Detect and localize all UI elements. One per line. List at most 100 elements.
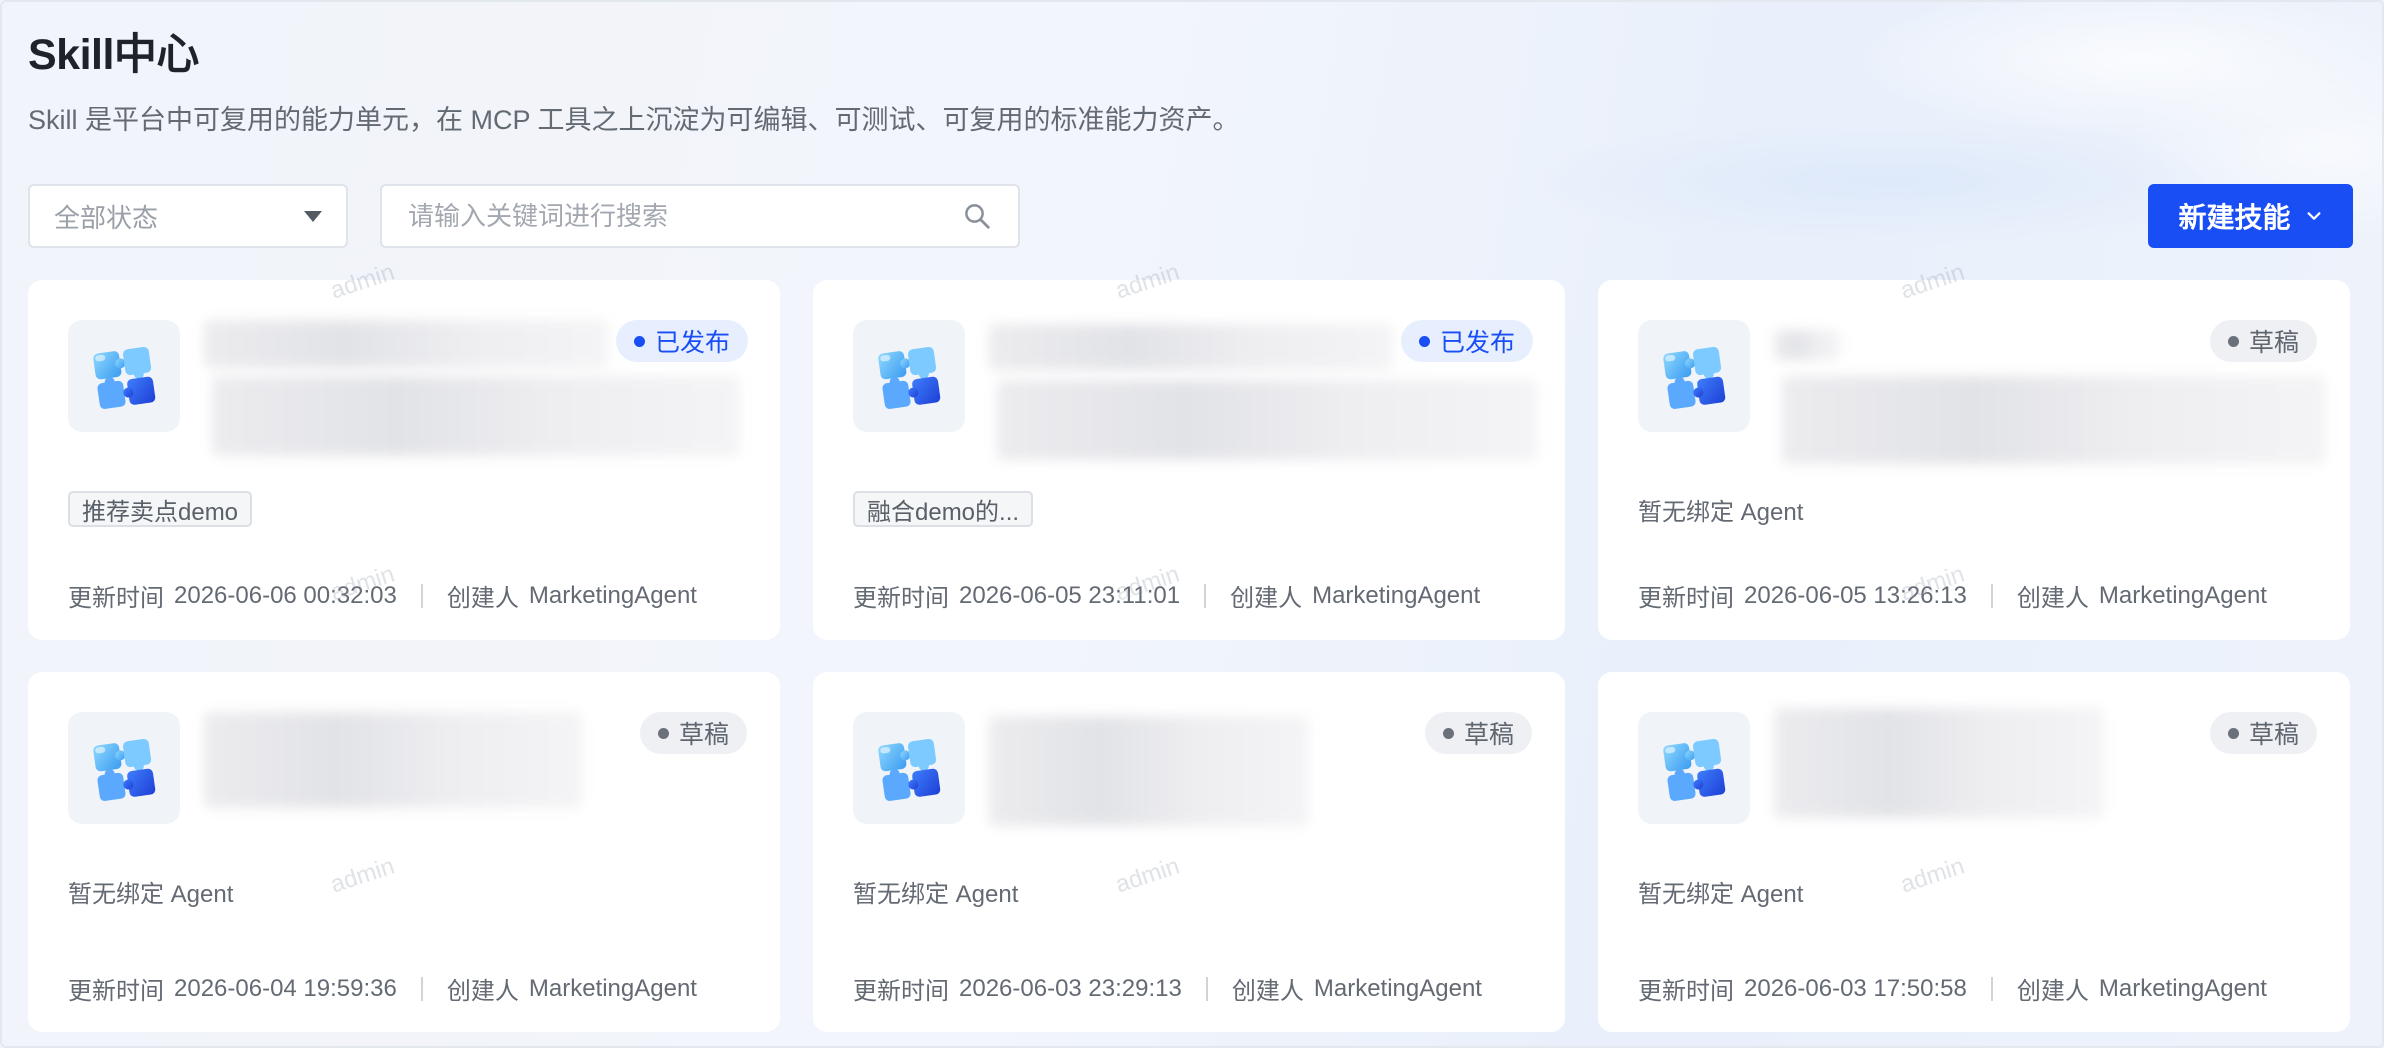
meta-divider <box>1204 583 1207 608</box>
status-badge: 草稿 <box>2210 712 2318 754</box>
skill-logo <box>1638 320 1750 432</box>
meta-divider <box>420 583 423 608</box>
card-meta: 更新时间 2026-06-03 17:50:58 创建人 MarketingAg… <box>1638 971 2267 1006</box>
creator-name: MarketingAgent <box>528 581 697 609</box>
skill-card[interactable]: 已发布 融合demo的... 更新时间 2026-06-05 23:11:01 … <box>813 259 1565 640</box>
creator-name: MarketingAgent <box>528 974 697 1002</box>
updated-time: 2026-06-06 00:32:03 <box>174 581 397 609</box>
skill-logo <box>68 712 180 824</box>
skill-description-redacted <box>997 380 1537 460</box>
creator-label: 创建人 <box>1230 585 1303 612</box>
skill-card[interactable]: 已发布 推荐卖点demo 更新时间 2026-06-06 00:32:03 创建… <box>28 259 780 640</box>
creator-label: 创建人 <box>446 585 519 612</box>
skill-name-redacted <box>989 716 1309 826</box>
agent-binding-text: 暂无绑定 Agent <box>853 881 1019 908</box>
new-skill-button[interactable]: 新建技能 <box>2148 184 2353 248</box>
status-badge-label: 草稿 <box>2249 329 2300 357</box>
chevron-down-icon <box>2307 212 2320 220</box>
status-badge: 已发布 <box>616 320 749 362</box>
skill-card[interactable]: 草稿 暂无绑定 Agent 更新时间 2026-06-05 13:26:13 创… <box>1598 259 2350 640</box>
meta-divider <box>1205 976 1208 1001</box>
agent-tag[interactable]: 推荐卖点demo <box>68 491 253 527</box>
status-badge-label: 草稿 <box>1464 721 1515 749</box>
creator-label: 创建人 <box>1231 978 1304 1005</box>
updated-time: 2026-06-04 19:59:36 <box>174 974 397 1002</box>
skill-logo <box>853 320 965 432</box>
status-dot-icon <box>1419 335 1430 347</box>
status-dot-icon <box>634 335 645 347</box>
watermark: admin <box>1897 852 1968 899</box>
updated-label: 更新时间 <box>68 585 164 612</box>
agent-tag[interactable]: 融合demo的... <box>853 491 1034 527</box>
card-meta: 更新时间 2026-06-04 19:59:36 创建人 MarketingAg… <box>68 971 697 1006</box>
skill-card[interactable]: 草稿 暂无绑定 Agent 更新时间 2026-06-03 17:50:58 创… <box>1598 672 2350 1032</box>
updated-time: 2026-06-03 23:29:13 <box>959 974 1182 1002</box>
watermark: admin <box>327 852 398 899</box>
skill-description-redacted <box>1782 376 2326 464</box>
watermark: admin <box>1112 258 1183 305</box>
status-badge-label: 草稿 <box>2249 721 2300 749</box>
updated-time: 2026-06-05 23:11:01 <box>959 581 1181 609</box>
agent-binding-text: 暂无绑定 Agent <box>1638 881 1804 908</box>
page-title: Skill中心 <box>28 31 199 79</box>
watermark: admin <box>1897 258 1968 305</box>
creator-label: 创建人 <box>446 978 519 1005</box>
status-badge-label: 已发布 <box>655 329 731 357</box>
updated-label: 更新时间 <box>853 585 949 612</box>
search-icon[interactable] <box>962 201 992 231</box>
status-filter-select[interactable]: 全部状态 <box>28 184 348 248</box>
card-meta: 更新时间 2026-06-06 00:32:03 创建人 MarketingAg… <box>68 578 697 613</box>
search-input[interactable] <box>408 200 952 232</box>
card-meta: 更新时间 2026-06-05 13:26:13 创建人 MarketingAg… <box>1638 578 2267 613</box>
new-skill-label: 新建技能 <box>2178 202 2291 233</box>
updated-label: 更新时间 <box>1638 978 1734 1005</box>
status-badge: 草稿 <box>1425 712 1533 754</box>
creator-name: MarketingAgent <box>1313 974 1482 1002</box>
search-box[interactable] <box>380 184 1020 248</box>
puzzle-icon <box>1663 347 1726 409</box>
meta-divider <box>420 976 423 1001</box>
status-badge: 已发布 <box>1401 320 1534 362</box>
creator-name: MarketingAgent <box>2098 974 2267 1002</box>
puzzle-icon <box>93 739 156 801</box>
agent-binding-text: 暂无绑定 Agent <box>68 881 234 908</box>
status-dot-icon <box>1443 727 1454 739</box>
agent-binding-text: 暂无绑定 Agent <box>1638 499 1804 526</box>
puzzle-icon <box>1663 739 1726 801</box>
skill-name-redacted <box>989 324 1393 370</box>
updated-time: 2026-06-05 13:26:13 <box>1744 581 1967 609</box>
updated-label: 更新时间 <box>1638 585 1734 612</box>
status-badge-label: 草稿 <box>679 721 730 749</box>
updated-label: 更新时间 <box>68 978 164 1005</box>
caret-down-icon <box>304 210 322 222</box>
puzzle-icon <box>878 739 941 801</box>
creator-label: 创建人 <box>2016 978 2089 1005</box>
card-meta: 更新时间 2026-06-05 23:11:01 创建人 MarketingAg… <box>853 578 1480 613</box>
status-dot-icon <box>658 727 669 739</box>
updated-label: 更新时间 <box>853 978 949 1005</box>
page-subtitle: Skill 是平台中可复用的能力单元，在 MCP 工具之上沉淀为可编辑、可测试、… <box>28 105 1240 135</box>
status-dot-icon <box>2228 335 2239 347</box>
skill-card[interactable]: 草稿 暂无绑定 Agent 更新时间 2026-06-04 19:59:36 创… <box>28 672 780 1032</box>
skill-description-redacted <box>212 376 740 456</box>
status-filter-value: 全部状态 <box>54 202 159 233</box>
skill-logo <box>68 320 180 432</box>
skill-name-redacted <box>1774 708 2104 818</box>
skill-name-redacted <box>1774 330 1840 360</box>
creator-label: 创建人 <box>2016 585 2089 612</box>
skill-logo <box>853 712 965 824</box>
watermark: admin <box>1112 852 1183 899</box>
status-dot-icon <box>2228 727 2239 739</box>
creator-name: MarketingAgent <box>2098 581 2267 609</box>
card-meta: 更新时间 2026-06-03 23:29:13 创建人 MarketingAg… <box>853 971 1482 1006</box>
status-badge: 草稿 <box>640 712 748 754</box>
updated-time: 2026-06-03 17:50:58 <box>1744 974 1967 1002</box>
watermark: admin <box>327 258 398 305</box>
skill-name-redacted <box>204 320 608 368</box>
puzzle-icon <box>93 347 156 409</box>
status-badge-label: 已发布 <box>1440 329 1516 357</box>
skill-name-redacted <box>204 712 582 808</box>
puzzle-icon <box>878 347 941 409</box>
meta-divider <box>1990 976 1993 1001</box>
skill-card[interactable]: 草稿 暂无绑定 Agent 更新时间 2026-06-03 23:29:13 创… <box>813 672 1565 1032</box>
